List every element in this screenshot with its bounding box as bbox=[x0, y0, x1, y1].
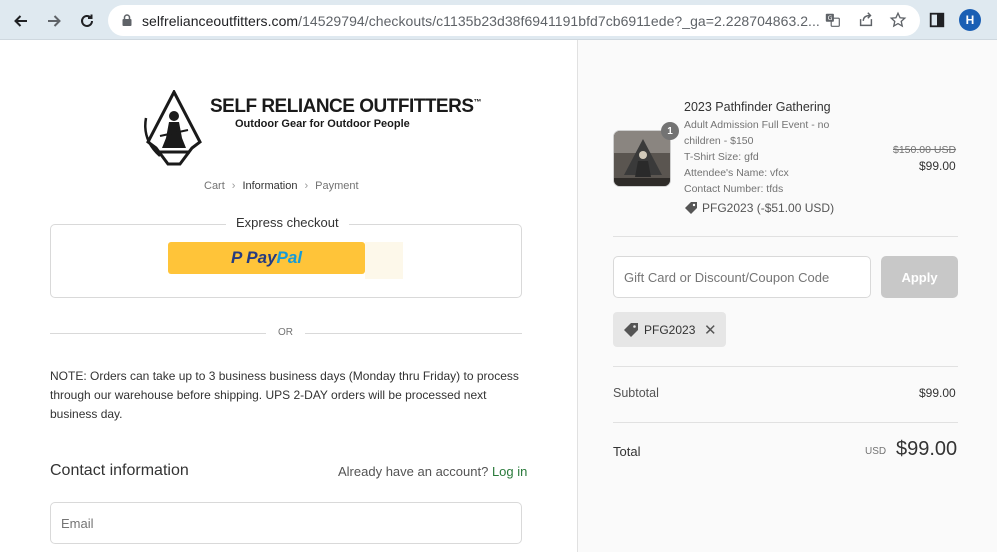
subtotal-value: $99.00 bbox=[919, 386, 956, 400]
original-price: $150.00 USD bbox=[893, 144, 957, 156]
sidebar-icon[interactable] bbox=[927, 10, 947, 30]
store-logo[interactable]: SELF RELIANCE OUTFITTERS™ Outdoor Gear f… bbox=[140, 88, 481, 168]
shipping-note: NOTE: Orders can take up to 3 business b… bbox=[50, 369, 519, 421]
remove-code-icon[interactable]: ✕ bbox=[704, 321, 717, 339]
contact-title: Contact information bbox=[50, 462, 189, 479]
paypal-button-frame bbox=[365, 242, 403, 279]
tag-icon bbox=[685, 202, 697, 214]
or-divider-text: OR bbox=[278, 327, 293, 338]
url-text: selfrelianceoutfitters.com/14529794/chec… bbox=[142, 13, 820, 29]
url-path: /14529794/checkouts/c1135b23d38f6941191b… bbox=[298, 13, 820, 29]
subtotal-label: Subtotal bbox=[613, 386, 659, 400]
paypal-button[interactable]: P Pay Pal bbox=[168, 242, 365, 274]
trademark: ™ bbox=[473, 97, 482, 107]
checkout-main: SELF RELIANCE OUTFITTERS™ Outdoor Gear f… bbox=[0, 40, 577, 552]
product-detail: Contact Number: tfds bbox=[684, 183, 784, 195]
chevron-right-icon: › bbox=[304, 180, 309, 192]
applied-code-text: PFG2023 bbox=[644, 322, 696, 337]
divider bbox=[613, 236, 958, 237]
brand-name: SELF RELIANCE OUTFITTERS™ bbox=[210, 96, 481, 118]
product-discount-text: PFG2023 (-$51.00 USD) bbox=[702, 201, 835, 215]
url-domain: selfrelianceoutfitters.com bbox=[142, 13, 299, 29]
applied-code-tag: PFG2023 ✕ bbox=[613, 312, 726, 347]
arrowhead-logo-icon bbox=[144, 88, 202, 166]
breadcrumb-information: Information bbox=[242, 180, 298, 192]
breadcrumb: Cart › Information › Payment bbox=[204, 180, 359, 192]
product-price: $99.00 bbox=[919, 159, 956, 173]
brand-text: SELF RELIANCE OUTFITTERS bbox=[210, 96, 474, 117]
divider bbox=[613, 422, 958, 423]
translate-icon[interactable]: G bbox=[823, 10, 843, 30]
divider-left bbox=[50, 333, 266, 334]
paypal-p-icon: P bbox=[230, 248, 243, 267]
profile-avatar[interactable]: H bbox=[959, 9, 981, 31]
browser-toolbar: selfrelianceoutfitters.com/14529794/chec… bbox=[0, 0, 997, 40]
reload-icon[interactable] bbox=[74, 8, 100, 34]
divider bbox=[613, 366, 958, 367]
product-detail: Attendee's Name: vfcx bbox=[684, 167, 789, 179]
discount-code-input[interactable] bbox=[613, 256, 871, 298]
account-prompt-text: Already have an account? bbox=[338, 464, 489, 479]
back-icon[interactable] bbox=[8, 8, 34, 34]
currency-code: USD bbox=[865, 446, 887, 457]
product-thumbnail bbox=[613, 130, 671, 187]
address-bar[interactable]: selfrelianceoutfitters.com/14529794/chec… bbox=[108, 5, 920, 36]
tag-icon bbox=[624, 322, 638, 337]
product-discount: PFG2023 (-$51.00 USD) bbox=[684, 201, 834, 215]
lock-icon[interactable] bbox=[120, 13, 134, 27]
chevron-right-icon: › bbox=[231, 180, 236, 192]
svg-text:G: G bbox=[828, 15, 833, 22]
forward-icon[interactable] bbox=[41, 8, 67, 34]
paypal-pal-text: Pal bbox=[276, 248, 303, 267]
product-detail: Adult Admission Full Event - no children… bbox=[684, 119, 830, 147]
account-prompt: Already have an account? Log in bbox=[338, 464, 527, 479]
email-field[interactable] bbox=[50, 502, 522, 544]
order-summary: 1 2023 Pathfinder Gathering Adult Admiss… bbox=[577, 40, 997, 552]
apply-button[interactable]: Apply bbox=[881, 256, 958, 298]
quantity-badge: 1 bbox=[661, 122, 679, 140]
total-value: $99.00 bbox=[896, 438, 958, 460]
express-checkout-label: Express checkout bbox=[226, 215, 349, 230]
login-link[interactable]: Log in bbox=[492, 464, 527, 479]
breadcrumb-payment: Payment bbox=[315, 180, 359, 192]
brand-tagline: Outdoor Gear for Outdoor People bbox=[235, 118, 410, 130]
share-icon[interactable] bbox=[856, 10, 876, 30]
breadcrumb-cart[interactable]: Cart bbox=[204, 180, 225, 192]
product-name: 2023 Pathfinder Gathering bbox=[684, 100, 831, 114]
product-detail: T-Shirt Size: gfd bbox=[684, 151, 759, 163]
total-label: Total bbox=[613, 444, 641, 459]
paypal-pay-text: Pay bbox=[246, 248, 277, 267]
star-icon[interactable] bbox=[888, 10, 908, 30]
divider-right bbox=[305, 333, 522, 334]
